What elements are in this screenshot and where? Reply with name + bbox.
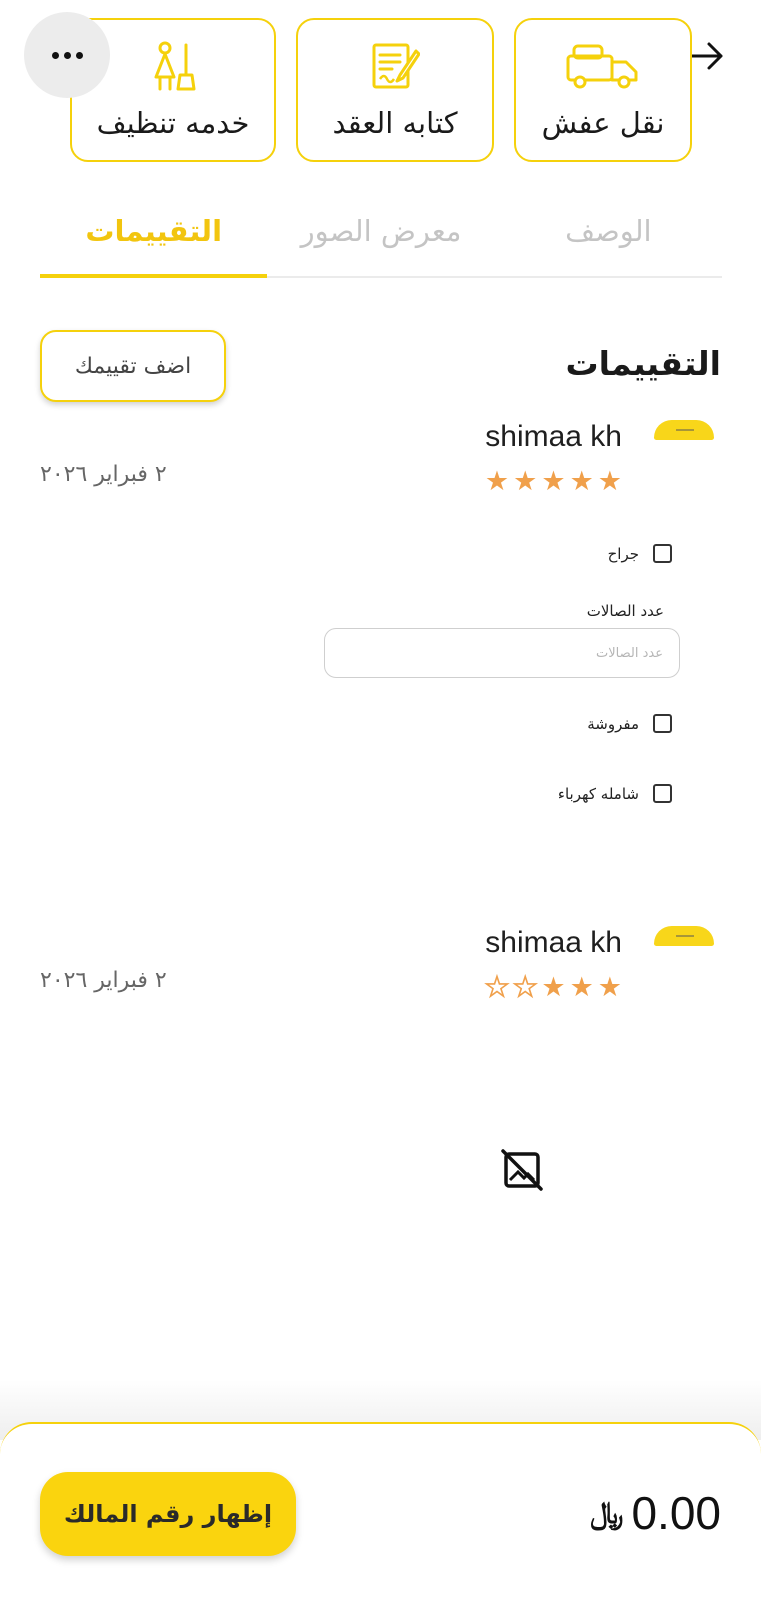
rating-stars: ★ ★ ★ ★ ★ [485,468,622,495]
garage-label: جراح [607,544,639,563]
service-card-moving[interactable]: نقل عفش [514,18,692,162]
reviewer-name: shimaa kh [485,420,622,453]
review-item: shimaa kh ★ ★ ★ ★ ★ ٢ فبراير ٢٠٢٦ [40,926,722,1026]
review-date: ٢ فبراير ٢٠٢٦ [40,462,167,487]
avatar [654,420,714,440]
service-label: خدمه تنظيف [96,106,250,140]
star-filled-icon: ★ [597,466,622,497]
service-label: نقل عفش [541,106,665,140]
garage-checkbox[interactable] [653,544,672,563]
cleaning-icon [150,40,196,92]
star-filled-icon: ★ [513,466,538,497]
star-filled-icon: ★ [541,466,566,497]
star-filled-icon: ★ [569,466,594,497]
star-empty-icon: ★ [512,972,538,1003]
service-card-contract[interactable]: كتابه العقد [296,18,494,162]
tab-description[interactable]: الوصف [495,196,722,276]
furnished-checkbox[interactable] [653,714,672,733]
garage-checkbox-row[interactable]: جراح [608,544,672,563]
review-date: ٢ فبراير ٢٠٢٦ [40,968,167,993]
bottom-action-bar: ﷼ 0.00 إظهار رقم المالك [0,1422,761,1600]
detail-tabs: الوصف معرض الصور التقييمات [40,196,722,278]
electricity-checkbox[interactable] [653,784,672,803]
halls-label: عدد الصالات [586,602,664,620]
contract-icon [370,40,420,92]
star-filled-icon: ★ [484,466,510,497]
show-owner-phone-button[interactable]: إظهار رقم المالك [40,1472,296,1556]
more-options-button[interactable] [24,12,110,98]
truck-icon [566,40,640,92]
service-label: كتابه العقد [332,106,458,140]
reviewer-name: shimaa kh [485,926,622,959]
electricity-checkbox-row[interactable]: شامله كهرباء [558,784,672,803]
service-detail-page: نقل عفش كتابه العقد خدمه تنظيف الوصف معر… [0,0,761,1600]
reviews-title: التقييمات [565,344,721,383]
avatar [654,926,714,946]
price-display: ﷼ 0.00 [590,1486,721,1540]
furnished-label: مفروشة [587,714,639,733]
halls-count-input[interactable] [324,628,680,678]
review-item: shimaa kh ★ ★ ★ ★ ★ ٢ فبراير ٢٠٢٦ جراح عدد ا… [40,420,722,820]
star-filled-icon: ★ [597,972,622,1003]
star-empty-icon: ★ [484,972,510,1003]
star-filled-icon: ★ [541,972,566,1003]
furnished-checkbox-row[interactable]: مفروشة [587,714,672,733]
riyal-currency-icon: ﷼ [590,1495,624,1531]
electricity-label: شامله كهرباء [557,784,639,803]
dot-icon [63,51,71,59]
rating-stars: ★ ★ ★ ★ ★ [484,972,622,1003]
tab-reviews[interactable]: التقييمات [40,196,268,278]
add-review-button[interactable]: اضف تقييمك [40,330,226,402]
tab-gallery[interactable]: معرض الصور [267,196,494,276]
broken-image-icon [500,1148,544,1192]
dot-icon [75,51,83,59]
star-filled-icon: ★ [569,972,594,1003]
dot-icon [51,51,59,59]
price-value: 0.00 [631,1487,721,1539]
